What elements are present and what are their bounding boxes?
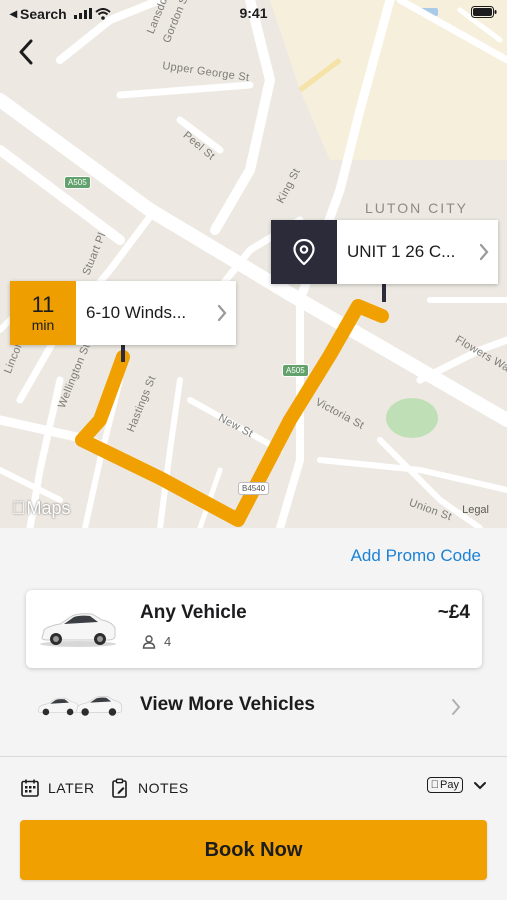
view-more-vehicles-row[interactable]: View More Vehicles (0, 680, 507, 736)
apple-logo-icon:  (431, 779, 439, 791)
vehicle-card-any[interactable]: Any Vehicle 4 ~£4 (26, 590, 482, 668)
cars-icon (37, 696, 123, 716)
vehicle-price: ~£4 (437, 602, 470, 623)
pickup-callout[interactable]: 11 min 6-10 Winds... (10, 281, 236, 345)
car-icon (40, 613, 116, 647)
calendar-icon (21, 779, 39, 797)
book-now-button[interactable]: Book Now (20, 820, 487, 880)
eta-value: 11 (31, 292, 55, 317)
chevron-left-icon (19, 39, 33, 65)
apple-logo-icon:  (12, 498, 26, 519)
booking-panel: Add Promo Code Any Vehicle 4 ~£4 View Mo… (0, 528, 507, 900)
dropoff-address: UNIT 1 26 C... (347, 242, 456, 261)
status-time: 9:41 (239, 5, 268, 21)
road-shield: A505 (64, 176, 91, 189)
vehicle-name: Any Vehicle (140, 602, 247, 623)
seat-count: 4 (142, 634, 171, 649)
seat-count-value: 4 (164, 634, 172, 649)
later-label: LATER (48, 780, 95, 796)
notes-icon (112, 778, 127, 798)
eta-unit: min (31, 317, 55, 333)
road-shield: A505 (282, 364, 309, 377)
later-option[interactable]: LATER (20, 778, 95, 798)
map-pin-icon (293, 239, 315, 265)
chevron-right-icon (208, 304, 236, 322)
booking-options: LATER NOTES  Pay (0, 776, 507, 802)
maps-attribution-label: Maps (13, 498, 71, 518)
person-icon (142, 634, 156, 649)
chevron-right-icon (452, 699, 461, 715)
notes-option[interactable]: NOTES (110, 778, 189, 798)
legal-link[interactable]: Legal (462, 504, 489, 516)
notes-label: NOTES (138, 780, 189, 796)
payment-label: Pay (440, 779, 459, 791)
add-promo-code-link[interactable]: Add Promo Code (351, 546, 481, 566)
status-bar: ◂ Search 9:41 (0, 0, 507, 28)
back-button[interactable] (10, 36, 42, 68)
chevron-down-icon (474, 781, 486, 789)
area-label: LUTON CITY (365, 200, 468, 216)
eta-badge: 11 min (10, 281, 76, 345)
payment-selector[interactable]:  Pay (426, 777, 487, 793)
road-shield: B4540 (238, 482, 270, 495)
battery-icon (471, 6, 497, 18)
divider (0, 756, 507, 757)
apple-pay-badge:  Pay (426, 777, 463, 793)
dropoff-callout[interactable]: UNIT 1 26 C... (271, 220, 498, 284)
chevron-right-icon (470, 243, 498, 261)
view-more-vehicles-label: View More Vehicles (140, 694, 315, 715)
pickup-address: 6-10 Winds... (86, 303, 187, 322)
maps-attribution:  Maps (12, 498, 71, 519)
map-view[interactable]: Upper George St Peel St King St Stuart P… (0, 0, 507, 528)
location-pin (271, 220, 337, 284)
